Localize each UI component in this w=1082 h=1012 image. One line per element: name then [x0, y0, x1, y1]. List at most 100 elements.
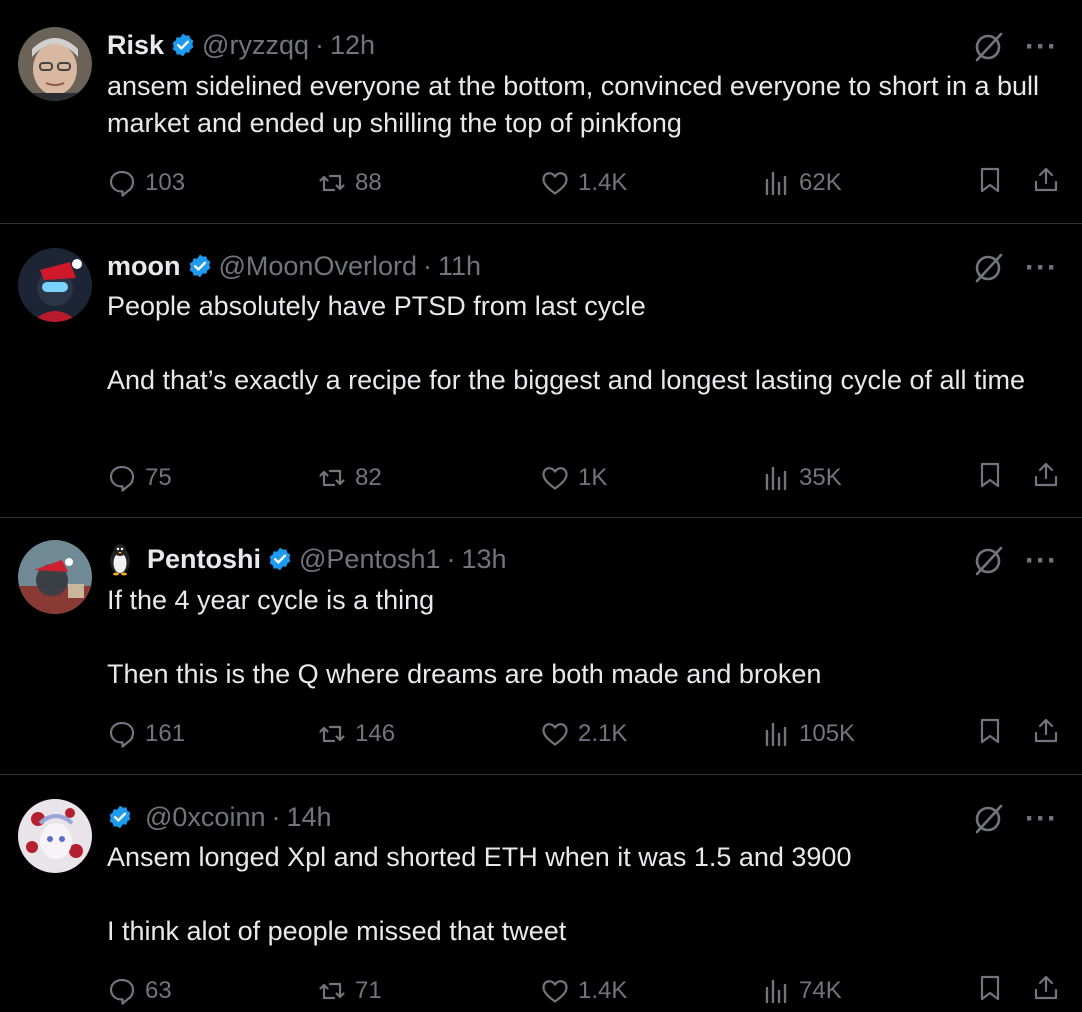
timeline-feed: Risk @ryzzqq · 12h ··· ansem sidelined e…: [0, 0, 1082, 1012]
tweet-actions: 75 82 1K 35K: [107, 460, 1058, 496]
tweet-actions: 103 88 1.4K 62K: [107, 165, 1058, 201]
handle[interactable]: @0xcoinn: [145, 800, 265, 834]
views-count: 74K: [799, 977, 842, 1004]
timestamp[interactable]: 13h: [462, 542, 507, 576]
tweet-text: ansem sidelined everyone at the bottom, …: [107, 68, 1042, 142]
like-button[interactable]: 1K: [540, 460, 607, 496]
tweet-paragraph: Then this is the Q where dreams are both…: [107, 659, 822, 689]
bookmark-button[interactable]: [975, 460, 1005, 490]
timestamp[interactable]: 14h: [286, 800, 331, 834]
like-count: 1K: [578, 464, 608, 491]
more-options-icon[interactable]: ···: [1025, 253, 1058, 283]
bookmark-button[interactable]: [975, 973, 1005, 1003]
tweet-paragraph: ansem sidelined everyone at the bottom, …: [107, 71, 1040, 138]
grok-icon[interactable]: [971, 802, 1005, 836]
display-name[interactable]: Pentoshi: [147, 542, 261, 576]
reply-count: 161: [145, 720, 186, 747]
tweet-paragraph: People absolutely have PTSD from last cy…: [107, 291, 646, 321]
more-options-icon[interactable]: ···: [1025, 546, 1058, 576]
bookmark-icon: [980, 462, 1000, 488]
retweet-icon: [319, 982, 345, 1000]
share-button[interactable]: [1031, 460, 1061, 490]
share-icon: [1034, 975, 1058, 1000]
reply-count: 103: [145, 169, 186, 196]
retweet-count: 82: [355, 464, 382, 491]
bookmark-icon: [980, 167, 1000, 193]
avatar-image: [18, 799, 92, 873]
timestamp[interactable]: 11h: [438, 249, 481, 283]
verified-badge-icon: [267, 546, 293, 572]
like-count: 2.1K: [578, 720, 628, 747]
views-button[interactable]: 74K: [761, 973, 842, 1009]
tweet-header: Risk @ryzzqq · 12h: [107, 28, 972, 62]
retweet-button[interactable]: 88: [317, 165, 382, 201]
reply-count: 63: [145, 977, 172, 1004]
tweet-top-icons: ···: [971, 544, 1058, 578]
reply-button[interactable]: 161: [107, 716, 185, 752]
reply-icon: [109, 721, 135, 748]
reply-icon: [109, 978, 135, 1005]
verified-badge-icon: [170, 32, 196, 58]
tweet[interactable]: @0xcoinn · 14h ··· Ansem longed Xpl and …: [0, 775, 1082, 1012]
bookmark-button[interactable]: [975, 165, 1005, 195]
tweet[interactable]: Risk @ryzzqq · 12h ··· ansem sidelined e…: [0, 0, 1082, 224]
avatar[interactable]: [18, 540, 92, 614]
retweet-button[interactable]: 82: [317, 460, 382, 496]
timestamp[interactable]: 12h: [330, 28, 375, 62]
retweet-button[interactable]: 146: [317, 716, 395, 752]
tweet-paragraph: If the 4 year cycle is a thing: [107, 585, 435, 615]
views-button[interactable]: 35K: [761, 460, 842, 496]
bookmark-button[interactable]: [975, 716, 1005, 746]
avatar[interactable]: [18, 27, 92, 101]
heart-icon: [542, 467, 568, 490]
handle[interactable]: @ryzzqq: [202, 28, 309, 62]
display-name[interactable]: Risk: [107, 28, 164, 62]
retweet-count: 146: [355, 720, 396, 747]
like-button[interactable]: 1.4K: [540, 165, 627, 201]
more-options-icon[interactable]: ···: [1025, 804, 1058, 834]
handle[interactable]: @Pentosh1: [299, 542, 441, 576]
handle[interactable]: @MoonOverlord: [219, 249, 417, 283]
tweet-header: moon @MoonOverlord · 11h: [107, 249, 972, 283]
avatar[interactable]: [18, 248, 92, 322]
tweet-text: People absolutely have PTSD from last cy…: [107, 288, 1042, 399]
more-options-icon[interactable]: ···: [1025, 32, 1058, 62]
tweet[interactable]: Pentoshi @Pentosh1 · 13h ··· If the 4 ye…: [0, 518, 1082, 775]
views-button[interactable]: 62K: [761, 165, 842, 201]
like-button[interactable]: 2.1K: [540, 716, 627, 752]
heart-icon: [542, 980, 568, 1003]
grok-icon[interactable]: [971, 251, 1005, 285]
tweet-header: @0xcoinn · 14h: [107, 800, 972, 834]
reply-count: 75: [145, 464, 172, 491]
retweet-icon: [319, 174, 345, 192]
avatar[interactable]: [18, 799, 92, 873]
reply-button[interactable]: 75: [107, 460, 172, 496]
retweet-icon: [319, 725, 345, 743]
share-button[interactable]: [1031, 165, 1061, 195]
heart-icon: [542, 172, 568, 195]
reply-button[interactable]: 103: [107, 165, 185, 201]
views-count: 35K: [799, 464, 842, 491]
tweet-paragraph: I think alot of people missed that tweet: [107, 916, 567, 946]
penguin-emoji-icon: [107, 542, 133, 576]
bookmark-icon: [980, 975, 1000, 1001]
share-icon: [1034, 167, 1058, 192]
tweet[interactable]: moon @MoonOverlord · 11h ··· People abso…: [0, 224, 1082, 518]
share-button[interactable]: [1031, 973, 1061, 1003]
grok-icon[interactable]: [971, 544, 1005, 578]
verified-badge-icon: [107, 804, 133, 830]
reply-button[interactable]: 63: [107, 973, 172, 1009]
retweet-count: 88: [355, 169, 382, 196]
display-name[interactable]: moon: [107, 249, 181, 283]
tweet-paragraph: Ansem longed Xpl and shorted ETH when it…: [107, 842, 852, 872]
like-button[interactable]: 1.4K: [540, 973, 627, 1009]
avatar-image: [18, 27, 92, 101]
tweet-actions: 161 146 2.1K 105K: [107, 716, 1058, 752]
avatar-image: [18, 540, 92, 614]
bookmark-icon: [980, 718, 1000, 744]
reply-icon: [109, 170, 135, 197]
views-button[interactable]: 105K: [761, 716, 855, 752]
grok-icon[interactable]: [971, 30, 1005, 64]
share-button[interactable]: [1031, 716, 1061, 746]
retweet-button[interactable]: 71: [317, 973, 382, 1009]
